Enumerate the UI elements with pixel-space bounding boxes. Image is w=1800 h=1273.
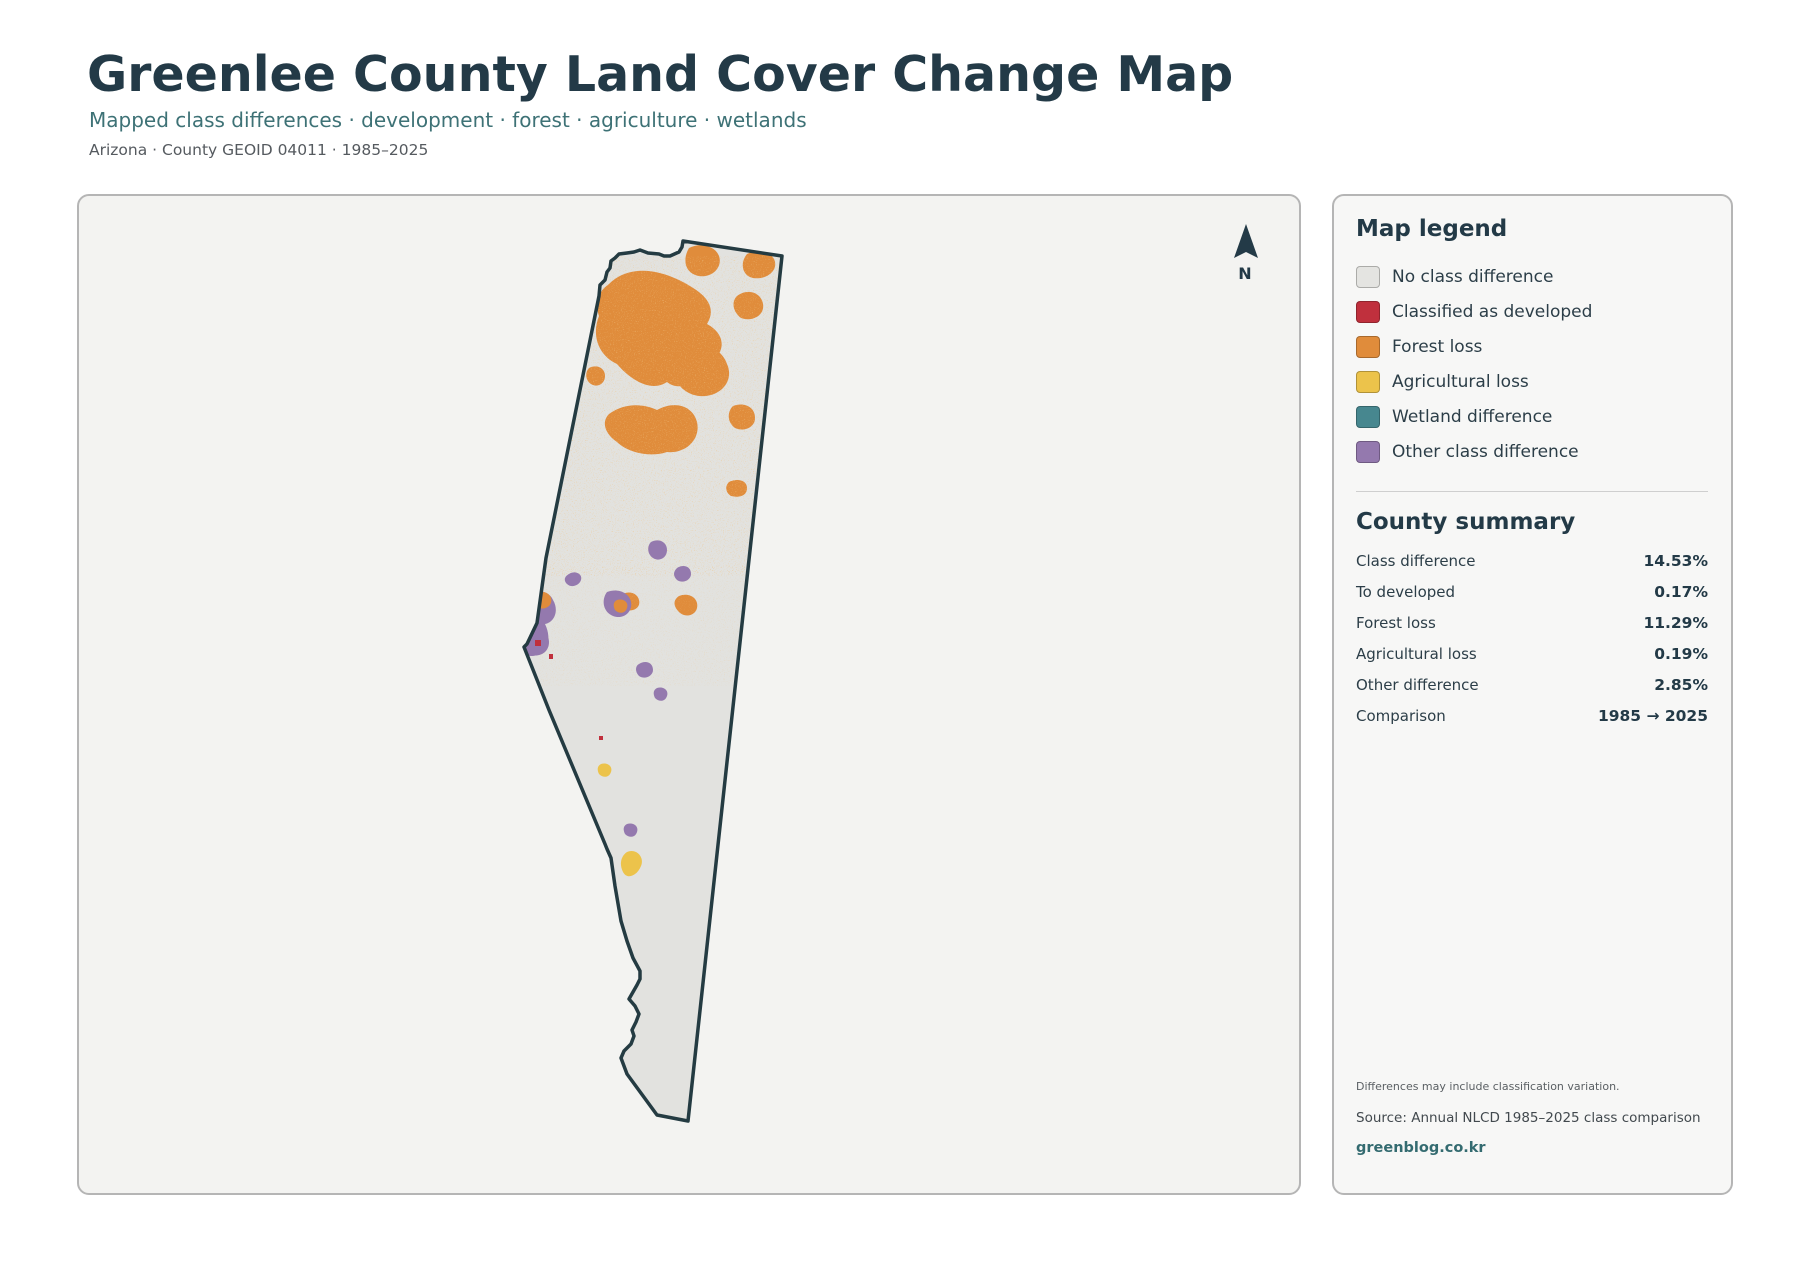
summary-value: 0.19%: [1654, 645, 1708, 663]
panel-divider: [1356, 491, 1708, 492]
legend-swatch: [1356, 441, 1380, 463]
summary-value: 2.85%: [1654, 676, 1708, 694]
page-title: Greenlee County Land Cover Change Map: [87, 46, 1234, 103]
summary-label: Agricultural loss: [1356, 645, 1477, 663]
summary-row: Other difference 2.85%: [1356, 674, 1708, 696]
legend-label: Other class difference: [1392, 442, 1579, 462]
page-meta: Arizona · County GEOID 04011 · 1985–2025: [89, 141, 429, 159]
legend-item-wetland: Wetland difference: [1356, 404, 1552, 430]
summary-label: Class difference: [1356, 552, 1476, 570]
summary-label: Other difference: [1356, 676, 1479, 694]
page-subtitle: Mapped class differences · development ·…: [89, 108, 807, 132]
developed-patch: [549, 654, 553, 659]
legend-title: Map legend: [1356, 216, 1508, 242]
summary-row: To developed 0.17%: [1356, 581, 1708, 603]
developed-patch: [599, 736, 603, 740]
summary-title: County summary: [1356, 509, 1576, 535]
data-source: Source: Annual NLCD 1985–2025 class comp…: [1356, 1110, 1701, 1126]
legend-label: Wetland difference: [1392, 407, 1553, 427]
legend-item-no-change: No class difference: [1356, 264, 1553, 290]
summary-label: Comparison: [1356, 707, 1446, 725]
site-credit[interactable]: greenblog.co.kr: [1356, 1140, 1486, 1156]
summary-row: Comparison 1985 → 2025: [1356, 705, 1708, 727]
summary-value: 14.53%: [1643, 552, 1708, 570]
legend-label: Classified as developed: [1392, 302, 1593, 322]
legend-item-forest-loss: Forest loss: [1356, 334, 1482, 360]
summary-row: Class difference 14.53%: [1356, 550, 1708, 572]
legend-label: No class difference: [1392, 267, 1554, 287]
county-map[interactable]: [79, 196, 1301, 1195]
legend-swatch: [1356, 336, 1380, 358]
summary-label: To developed: [1356, 583, 1456, 601]
legend-label: Forest loss: [1392, 337, 1483, 357]
legend-item-other: Other class difference: [1356, 439, 1579, 465]
summary-label: Forest loss: [1356, 614, 1436, 632]
north-label: N: [1238, 264, 1252, 283]
summary-row: Forest loss 11.29%: [1356, 612, 1708, 634]
legend-item-developed: Classified as developed: [1356, 299, 1592, 325]
legend-swatch: [1356, 406, 1380, 428]
legend-swatch: [1356, 301, 1380, 323]
legend-swatch: [1356, 371, 1380, 393]
other-difference-patch: [636, 662, 653, 678]
legend-label: Agricultural loss: [1392, 372, 1529, 392]
legend-swatch: [1356, 266, 1380, 288]
summary-value: 11.29%: [1643, 614, 1708, 632]
map-panel[interactable]: [77, 194, 1301, 1195]
developed-patch: [535, 640, 541, 646]
classification-note: Differences may include classification v…: [1356, 1080, 1620, 1093]
legend-item-agricultural-loss: Agricultural loss: [1356, 369, 1529, 395]
summary-row: Agricultural loss 0.19%: [1356, 643, 1708, 665]
summary-value: 1985 → 2025: [1597, 707, 1708, 725]
summary-value: 0.17%: [1654, 583, 1708, 601]
